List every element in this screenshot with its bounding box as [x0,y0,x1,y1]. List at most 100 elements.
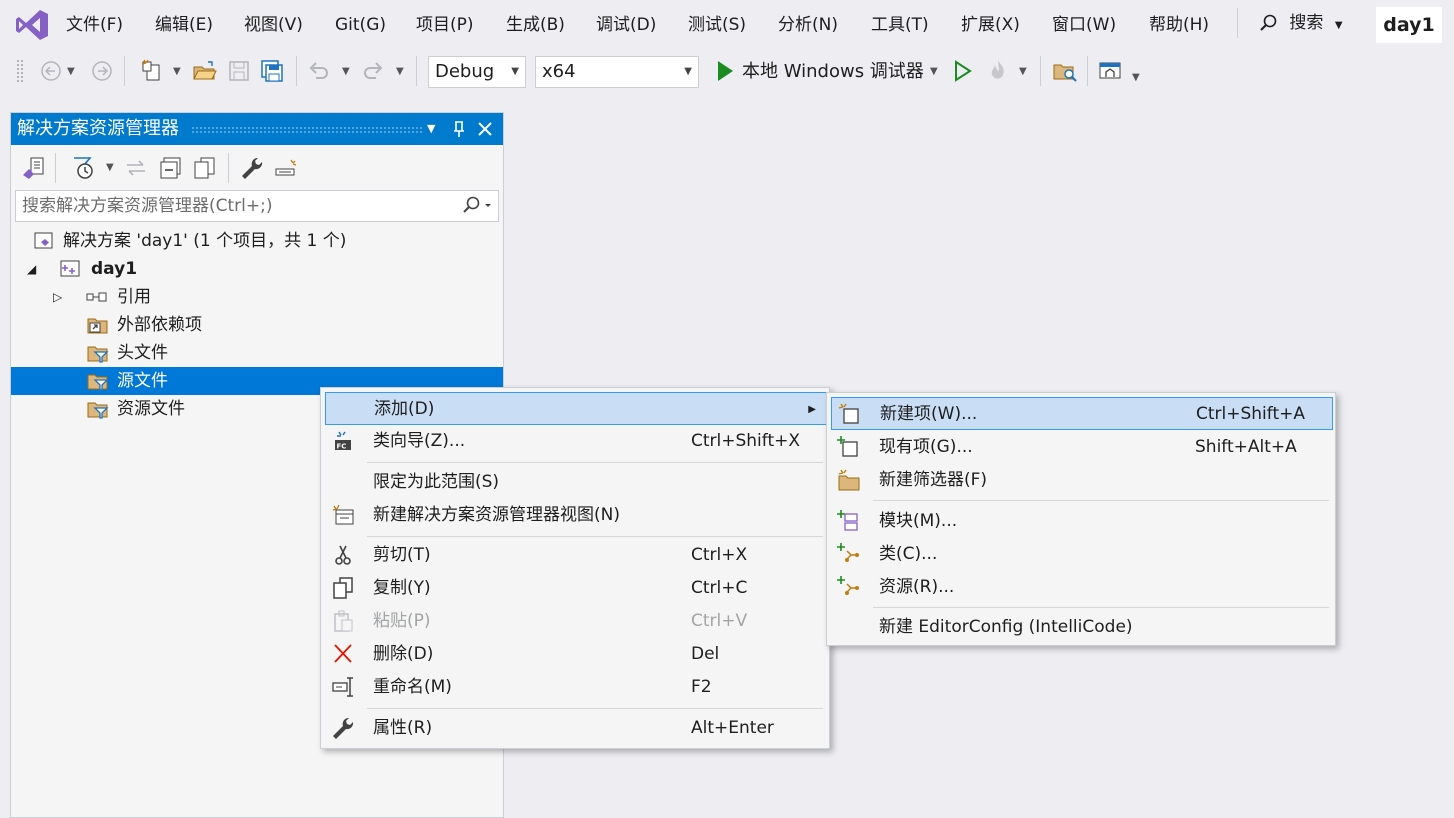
paste-icon [331,610,355,632]
cpp-project-icon [59,259,81,279]
toolbar-overflow-icon[interactable]: ▼ [1132,72,1140,83]
menu-test[interactable]: 测试(S) [688,12,746,38]
menu-item-new-solution-explorer-view[interactable]: 新建解决方案资源管理器视图(N) [325,499,827,532]
menu-tools[interactable]: 工具(T) [871,12,929,38]
undo-icon[interactable] [306,58,332,84]
filter-dropdown-icon[interactable]: ▼ [106,162,114,173]
properties-wrench-icon[interactable] [239,155,265,181]
menu-item-label: 剪切(T) [373,545,431,565]
solution-name-badge: day1 [1376,7,1442,43]
solution-icon [33,231,55,251]
menu-extensions[interactable]: 扩展(X) [961,12,1020,38]
tree-item-label: 外部依赖项 [117,315,202,335]
window-position-dropdown-icon[interactable]: ▼ [427,113,435,145]
solution-explorer-titlebar[interactable]: 解决方案资源管理器 ▼ [11,113,503,145]
solution-explorer-title: 解决方案资源管理器 [17,118,179,139]
tree-item-label: 解决方案 'day1' (1 个项目，共 1 个) [63,231,347,251]
menu-item-existing-item[interactable]: 现有项(G)... Shift+Alt+A [831,431,1333,464]
close-icon[interactable] [476,113,494,145]
chevron-down-icon: ▼ [684,66,692,77]
menu-separator [367,708,823,709]
tree-item-project[interactable]: ◢ day1 [11,255,503,283]
solution-platform-select[interactable]: x64 ▼ [535,56,699,88]
menu-edit[interactable]: 编辑(E) [155,12,213,38]
tree-item-references[interactable]: ▷ 引用 [11,283,503,311]
toolbar-grip-icon[interactable] [14,58,26,84]
menu-debug[interactable]: 调试(D) [596,12,656,38]
visual-studio-logo-icon[interactable] [14,8,50,42]
menu-item-copy[interactable]: 复制(Y) Ctrl+C [325,572,827,605]
menu-item-new-filter[interactable]: 新建筛选器(F) [831,464,1333,497]
menu-item-module[interactable]: 模块(M)... [831,505,1333,538]
back-dropdown-icon[interactable]: ▼ [67,66,75,77]
menu-item-class-wizard[interactable]: FC 类向导(Z)... Ctrl+Shift+X [325,425,827,458]
menu-item-scope-to-this[interactable]: 限定为此范围(S) [325,466,827,499]
menu-project[interactable]: 项目(P) [416,12,474,38]
menu-item-add[interactable]: 添加(D) ▶ [325,392,827,425]
pin-icon[interactable] [451,113,467,145]
menu-analyze[interactable]: 分析(N) [778,12,838,38]
menu-item-label: 粘贴(P) [373,611,431,631]
redo-icon[interactable] [360,58,386,84]
find-in-files-icon[interactable] [1052,58,1078,84]
new-project-dropdown-icon[interactable]: ▼ [173,66,181,77]
start-debugging-icon[interactable] [712,58,738,84]
menu-item-label: 新建项(W)... [880,404,978,424]
menu-item-class[interactable]: 类(C)... [831,538,1333,571]
navigate-back-icon[interactable] [38,58,64,84]
global-search-button[interactable]: 搜索 ▼ [1258,10,1343,38]
redo-dropdown-icon[interactable]: ▼ [396,66,404,77]
menu-view[interactable]: 视图(V) [244,12,303,38]
menu-item-properties[interactable]: 属性(R) Alt+Enter [325,712,827,745]
solution-explorer-search-input[interactable]: 搜索解决方案资源管理器(Ctrl+;) [15,190,499,222]
save-icon[interactable] [226,58,252,84]
start-debugging-button[interactable]: 本地 Windows 调试器 [742,59,924,85]
hot-reload-dropdown-icon[interactable]: ▼ [1019,66,1027,77]
menu-item-resource[interactable]: 资源(R)... [831,571,1333,604]
save-all-icon[interactable] [259,58,285,84]
menu-item-delete[interactable]: 删除(D) Del [325,638,827,671]
menu-item-new-item[interactable]: 新建项(W)... Ctrl+Shift+A [831,397,1333,430]
search-icon[interactable] [460,195,494,217]
menu-item-label: 类(C)... [879,544,938,564]
tree-item-external-dependencies[interactable]: 外部依赖项 [11,311,503,339]
tree-item-header-files[interactable]: 头文件 [11,339,503,367]
open-folder-icon[interactable] [192,58,218,84]
titlebar-grip [191,126,423,134]
start-without-debugging-icon[interactable] [950,58,976,84]
menu-item-label: 添加(D) [374,399,435,419]
collapsed-arrow-icon[interactable]: ▷ [53,283,62,311]
home-solution-view-icon[interactable] [21,155,47,181]
menu-git[interactable]: Git(G) [335,12,386,38]
wrench-icon [331,717,355,739]
menu-item-new-editorconfig[interactable]: 新建 EditorConfig (IntelliCode) [831,611,1333,644]
tree-item-label: 源文件 [117,371,168,391]
tree-item-solution[interactable]: 解决方案 'day1' (1 个项目，共 1 个) [11,227,503,255]
collapse-all-icon[interactable] [158,155,184,181]
search-placeholder: 搜索解决方案资源管理器(Ctrl+;) [22,196,273,216]
debug-target-dropdown-icon[interactable]: ▼ [930,66,938,77]
undo-dropdown-icon[interactable]: ▼ [342,66,350,77]
menu-file[interactable]: 文件(F) [66,12,123,38]
new-project-icon[interactable] [138,58,164,84]
preview-selected-items-icon[interactable] [273,155,299,181]
rename-icon [331,676,355,698]
menu-item-rename[interactable]: 重命名(M) F2 [325,671,827,704]
menu-window[interactable]: 窗口(W) [1052,12,1116,38]
menu-build[interactable]: 生成(B) [506,12,565,38]
menu-item-shortcut: Alt+Enter [691,718,774,738]
external-dependencies-icon [87,315,109,335]
menu-item-cut[interactable]: 剪切(T) Ctrl+X [325,539,827,572]
expanded-arrow-icon[interactable]: ◢ [27,255,36,283]
pending-changes-filter-icon[interactable] [71,155,97,181]
menu-help[interactable]: 帮助(H) [1149,12,1209,38]
standard-toolbar: ▼ ▼ ▼ ▼ Debug ▼ x64 ▼ 本地 Windows 调试器 ▼ ▼ [0,50,1454,94]
browser-link-icon[interactable] [1097,58,1123,84]
platform-value: x64 [542,61,576,82]
sync-with-active-document-icon[interactable] [123,155,149,181]
menu-item-paste[interactable]: 粘贴(P) Ctrl+V [325,605,827,638]
show-all-files-icon[interactable] [192,155,218,181]
navigate-forward-icon[interactable] [89,58,115,84]
hot-reload-icon[interactable] [985,58,1011,84]
solution-configuration-select[interactable]: Debug ▼ [428,56,526,88]
